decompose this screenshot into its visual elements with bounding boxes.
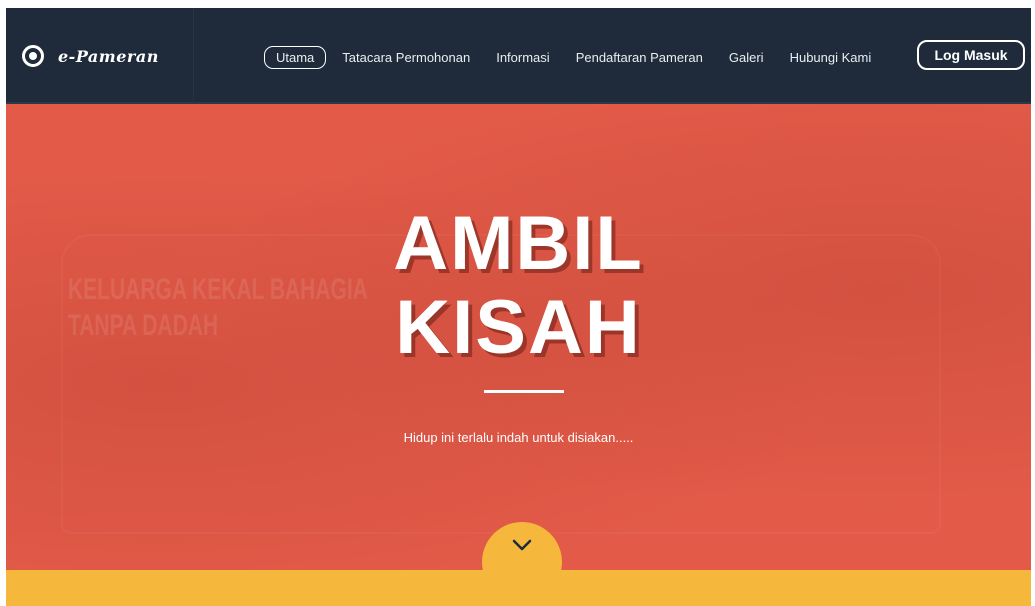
nav-item-hubungi-kami[interactable]: Hubungi Kami xyxy=(782,46,880,69)
hero-title-line2: KISAH xyxy=(395,285,642,370)
nav-item-pendaftaran-pameran[interactable]: Pendaftaran Pameran xyxy=(568,46,711,69)
nav-item-informasi[interactable]: Informasi xyxy=(488,46,557,69)
brand[interactable]: e-Pameran xyxy=(6,8,194,104)
hero-title-line1: AMBIL xyxy=(393,201,644,286)
nav-item-utama[interactable]: Utama xyxy=(264,45,327,69)
brand-name: e-Pameran xyxy=(58,46,159,66)
chevron-down-icon xyxy=(512,539,532,551)
page-frame: e-Pameran Utama Tatacara Permohonan Info… xyxy=(6,8,1031,606)
hero-title: AMBIL KISAH xyxy=(6,202,1031,370)
nav-item-tatacara-permohonan[interactable]: Tatacara Permohonan xyxy=(334,46,478,69)
hero-subtitle: Hidup ini terlalu indah untuk disiakan..… xyxy=(403,430,634,445)
hero-divider xyxy=(484,390,564,393)
login-button[interactable]: Log Masuk xyxy=(917,40,1025,70)
nav-item-galeri[interactable]: Galeri xyxy=(721,46,772,69)
hero-section: KELUARGA KEKAL BAHAGIA TANPA DADAH AMBIL… xyxy=(6,104,1031,570)
accent-band xyxy=(6,570,1031,606)
main-nav: Utama Tatacara Permohonan Informasi Pend… xyxy=(264,42,889,72)
ring-logo-icon xyxy=(22,45,44,67)
top-navbar: e-Pameran Utama Tatacara Permohonan Info… xyxy=(6,8,1031,104)
